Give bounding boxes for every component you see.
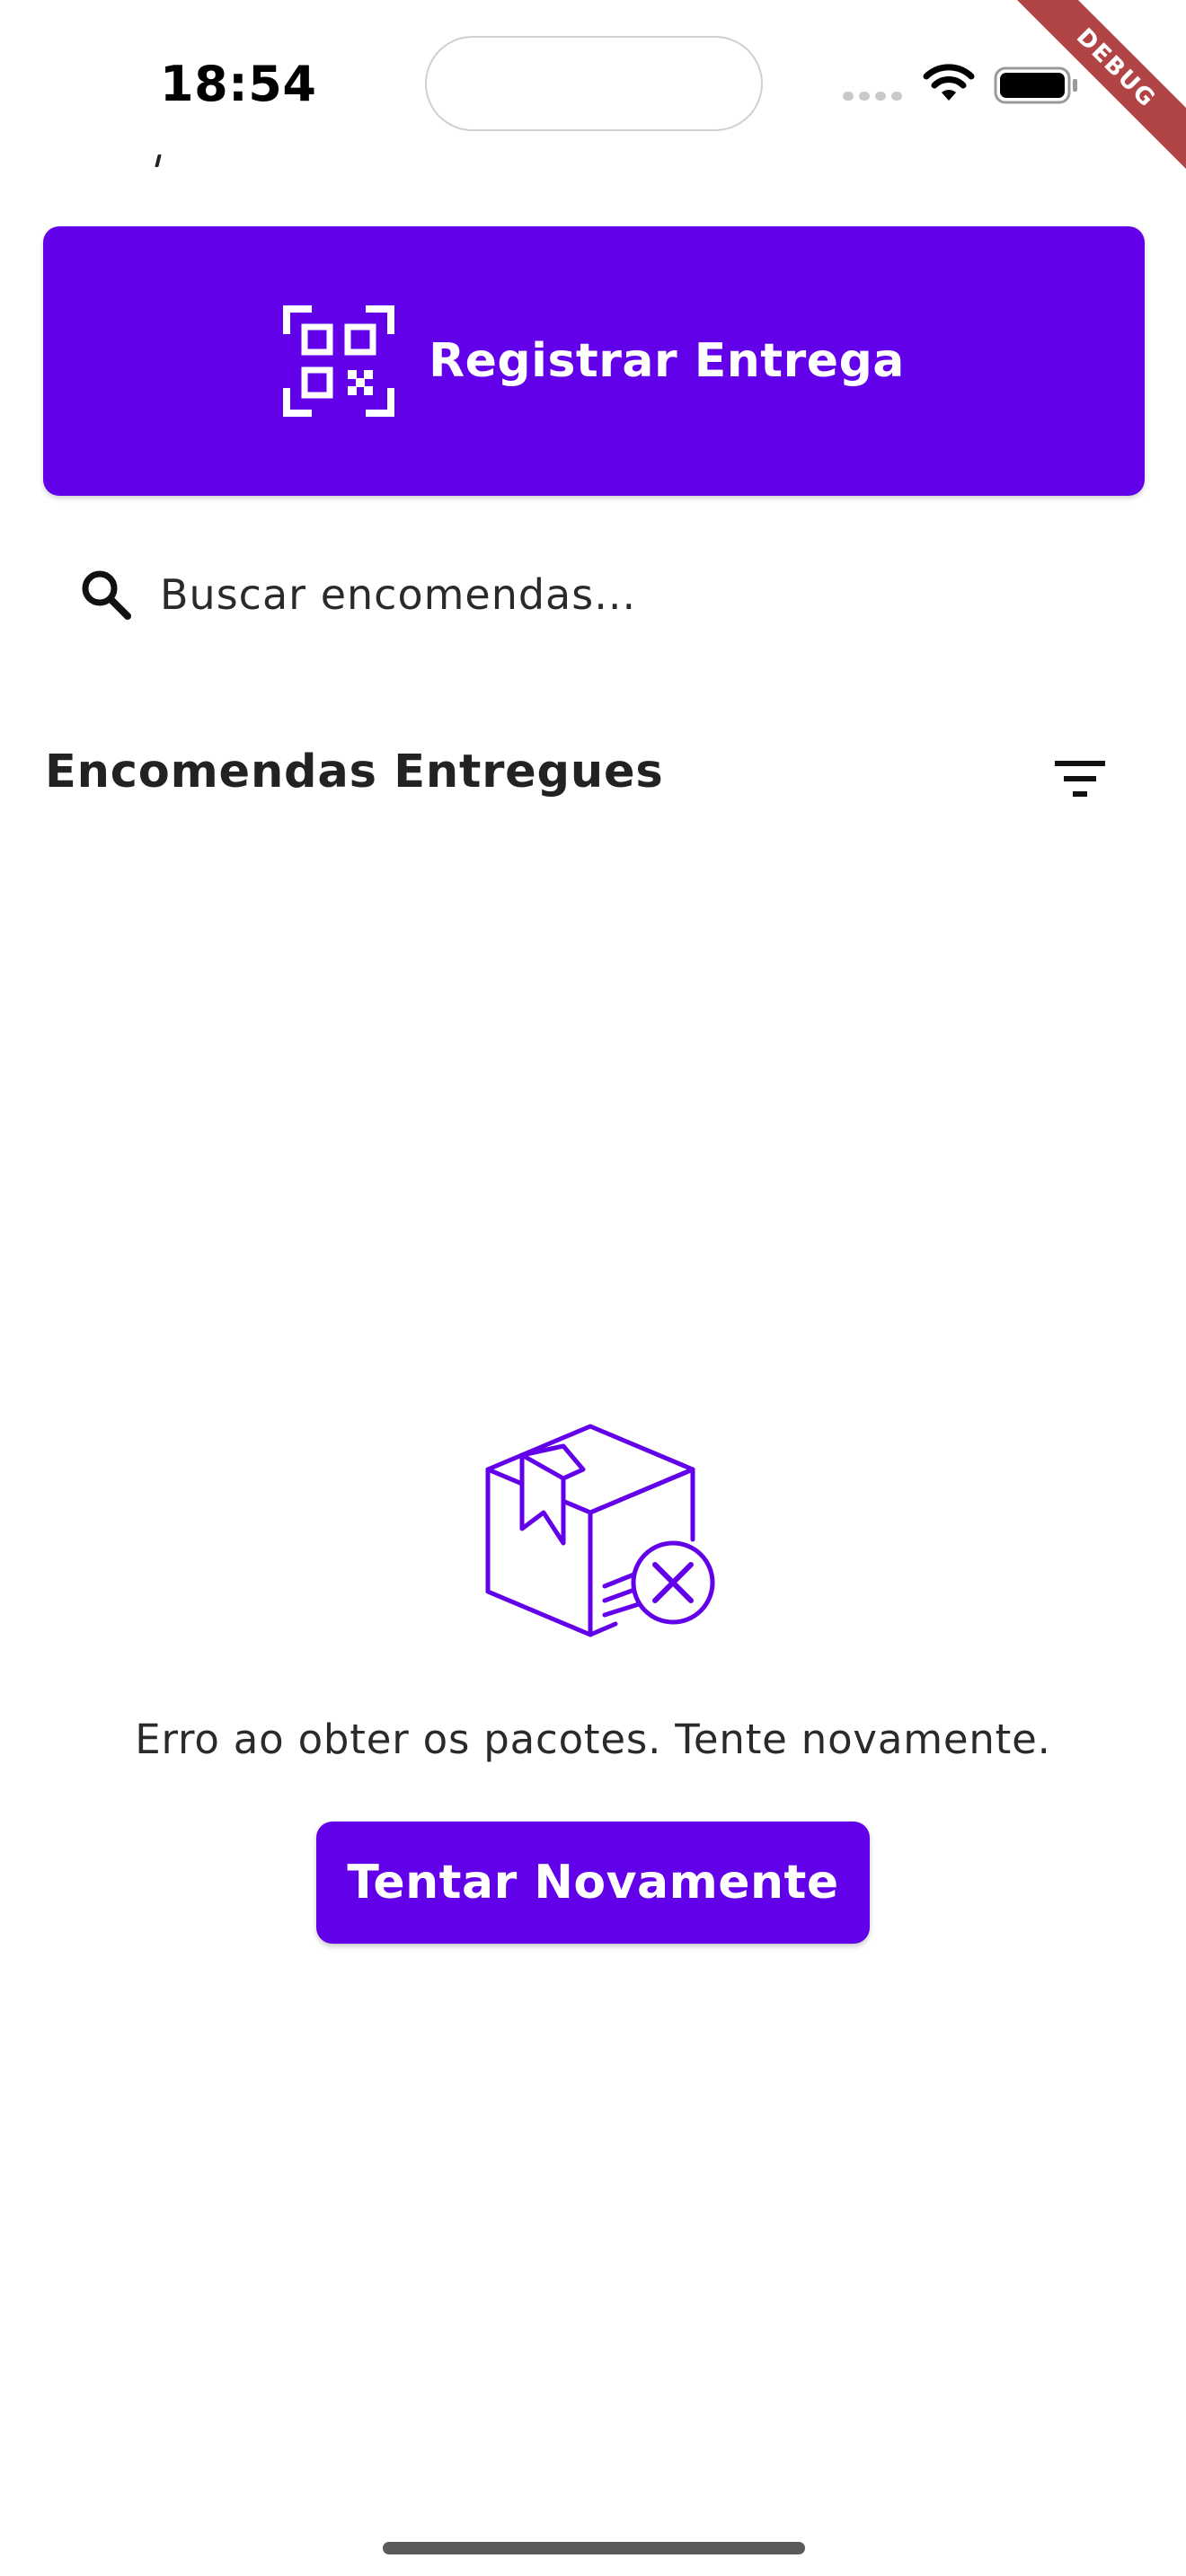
register-delivery-label: Registrar Entrega [429,334,905,388]
package-error-icon [485,1424,715,1637]
search-icon [82,570,131,620]
filter-icon [1055,761,1105,797]
retry-button[interactable]: Tentar Novamente [316,1822,870,1944]
scrolled-text-remnant [155,142,162,169]
qr-code-scan-icon [283,305,395,417]
filter-button[interactable] [1046,747,1114,810]
search-bar [43,539,1145,650]
status-time: 18:54 [160,56,317,112]
battery-icon [994,66,1077,104]
wifi-icon [923,64,975,101]
section-title: Encomendas Entregues [45,745,664,798]
cellular-signal-icon [843,92,902,101]
search-input[interactable] [160,570,1058,619]
dynamic-island [425,36,763,131]
error-message: Erro ao obter os pacotes. Tente novament… [135,1716,1051,1763]
register-delivery-button[interactable]: Registrar Entrega [43,226,1145,496]
home-indicator[interactable] [383,2542,805,2554]
